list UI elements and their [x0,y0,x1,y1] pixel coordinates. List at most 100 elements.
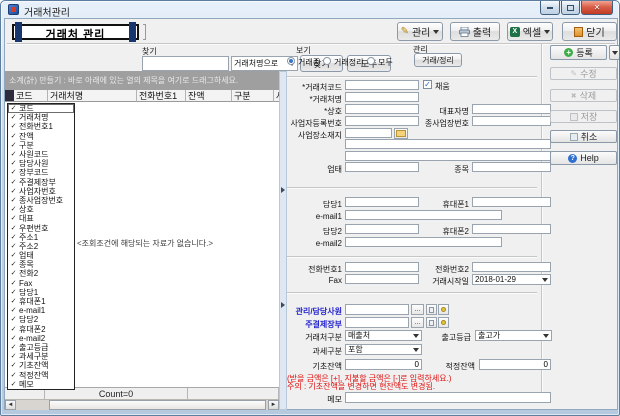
column-menu-item[interactable]: ✓코드 [8,104,74,113]
column-menu-item[interactable]: ✓거래처명 [8,113,74,122]
contact2-input[interactable] [345,224,419,234]
delete-button[interactable]: ✖ 삭제 [550,89,617,102]
grid-column-header[interactable]: 코드 [14,90,48,102]
bizno-input[interactable] [345,116,419,126]
column-menu-item[interactable]: ✓사원코드 [8,150,74,159]
email2-input[interactable] [345,237,502,247]
mobile1-input[interactable] [472,197,551,207]
close-screen-button[interactable]: 닫기 [562,22,617,41]
register-button[interactable]: + 등록 [550,45,607,60]
client-type-dropdown[interactable]: 매출처 [345,330,422,341]
start-date-picker[interactable]: 2018-01-29 [472,274,551,285]
help-button[interactable]: ? Help [550,151,617,165]
title-bar[interactable]: 거래처관리 ✕ [1,1,619,18]
column-menu-item[interactable]: ✓주소1 [8,233,74,242]
radio-all[interactable] [367,57,375,65]
radio-trading[interactable] [287,57,295,65]
column-menu-item[interactable]: ✓적정잔액 [8,370,74,379]
cancel-button[interactable]: 취소 [550,130,617,143]
contact1-input[interactable] [345,197,419,207]
address2-input[interactable] [345,151,551,161]
column-menu-item[interactable]: ✓Fax [8,279,74,288]
grid-column-header[interactable]: 잔액 [186,90,232,102]
phone1-input[interactable] [345,262,419,272]
horizontal-scrollbar[interactable]: ◄ ► [5,399,279,410]
manager-clear-button[interactable] [426,304,437,315]
subbizno-input[interactable] [472,116,551,126]
industry-input[interactable] [345,162,419,172]
ledger-clear-button[interactable] [426,317,437,328]
column-menu-item[interactable]: ✓우편번호 [8,223,74,232]
radio-closed-label[interactable]: 거래정리 [334,57,363,68]
address1-input[interactable] [345,139,551,149]
zipcode-input[interactable] [345,128,392,138]
grade-dropdown[interactable]: 출고가 [475,330,552,341]
search-input[interactable] [142,56,229,71]
column-menu-item[interactable]: ✓잔액 [8,132,74,141]
grid-column-header[interactable]: 전화번호1 [137,90,186,102]
column-menu-item[interactable]: ✓메모 [8,380,74,389]
column-menu-item[interactable]: ✓종사업장번호 [8,196,74,205]
column-menu-item[interactable]: ✓장부코드 [8,168,74,177]
register-dropdown-button[interactable] [609,45,620,60]
save-button[interactable]: 저장 [550,110,617,123]
target-balance-input[interactable] [479,359,551,370]
column-menu-item[interactable]: ✓주소2 [8,242,74,251]
scrollbar-thumb[interactable] [49,400,266,410]
column-menu-item[interactable]: ✓과세구분 [8,352,74,361]
code-input[interactable] [345,80,419,90]
column-menu-item[interactable]: ✓종목 [8,260,74,269]
manager-input[interactable] [345,304,409,315]
manage-button[interactable]: ✎ 관리 [397,22,443,41]
group-by-band[interactable]: 소계(計) 만들기 : 바로 아래에 있는 열의 제목을 여기로 드래그하세요. [5,71,279,90]
name-input[interactable] [345,92,419,102]
tax-dropdown[interactable]: 포함 [345,344,422,355]
ceo-input[interactable] [472,104,551,114]
column-menu-item[interactable]: ✓담당2 [8,315,74,324]
address-search-button[interactable] [394,128,408,139]
column-menu-item[interactable]: ✓휴대폰2 [8,325,74,334]
column-menu-item[interactable]: ✓출고등급 [8,343,74,352]
column-menu-item[interactable]: ✓주결제장부 [8,178,74,187]
fill-checkbox[interactable]: ✓ [423,80,432,89]
column-menu-item[interactable]: ✓휴대폰1 [8,297,74,306]
ledger-search-button[interactable] [438,317,449,328]
trade-settle-button[interactable]: 거래/정리 [414,53,462,67]
print-button[interactable]: 출력 [450,22,500,41]
radio-trading-label[interactable]: 거래중 [298,57,320,68]
memo-input[interactable] [345,392,551,403]
grid-column-header[interactable]: 거래처명 [48,90,137,102]
check-icon: ✓ [8,141,19,150]
phone2-input[interactable] [472,262,551,272]
company-input[interactable] [345,104,419,114]
mobile2-input[interactable] [472,224,551,234]
category-input[interactable] [472,162,551,172]
close-button[interactable]: ✕ [581,1,613,15]
fax-input[interactable] [345,274,419,284]
maximize-button[interactable] [561,1,580,15]
column-menu-item[interactable]: ✓구분 [8,141,74,150]
edit-button[interactable]: ✎ 수정 [550,67,617,80]
scroll-left-arrow[interactable]: ◄ [5,400,16,410]
column-menu-item[interactable]: ✓담당사원 [8,159,74,168]
radio-all-label[interactable]: 모두 [378,57,393,68]
column-menu-item[interactable]: ✓전화번호1 [8,122,74,131]
manager-lookup-button[interactable]: ... [411,304,424,315]
column-menu-item[interactable]: ✓대표 [8,214,74,223]
base-balance-input[interactable] [345,359,422,370]
manager-search-button[interactable] [438,304,449,315]
radio-closed[interactable] [323,57,331,65]
column-menu-item[interactable]: ✓e-mail2 [8,334,74,343]
column-menu-item[interactable]: ✓전화2 [8,269,74,278]
email1-input[interactable] [345,210,502,220]
ledger-lookup-button[interactable]: ... [411,317,424,328]
excel-button[interactable]: X 엑셀 [507,22,553,41]
column-menu-item[interactable]: ✓업태 [8,251,74,260]
ledger-input[interactable] [345,317,409,328]
column-menu-item[interactable]: ✓상호 [8,205,74,214]
column-menu-item[interactable]: ✓e-mail1 [8,306,74,315]
column-menu-item[interactable]: ✓기초잔액 [8,361,74,370]
column-menu-item[interactable]: ✓사업자번호 [8,187,74,196]
column-menu-item[interactable]: ✓담당1 [8,288,74,297]
minimize-button[interactable] [540,1,560,15]
